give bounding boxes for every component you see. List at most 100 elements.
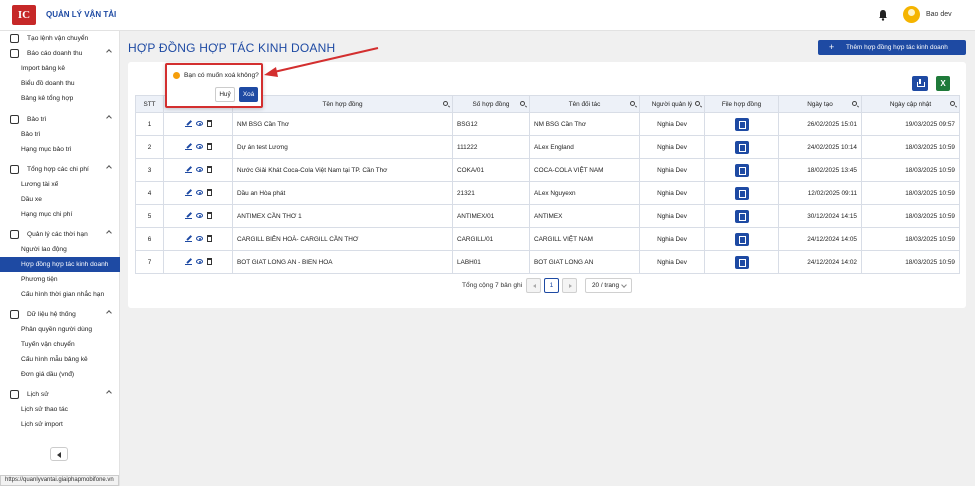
edit-icon[interactable] (184, 143, 192, 151)
cell-updated: 18/03/2025 10:59 (861, 227, 960, 251)
col-updated[interactable]: Ngày cập nhật (861, 95, 960, 113)
eye-icon[interactable] (195, 213, 203, 219)
sidebar-group[interactable]: Tạo lệnh vận chuyển (0, 31, 120, 46)
search-icon[interactable] (695, 101, 700, 106)
cell-created: 24/12/2024 14:02 (778, 250, 862, 274)
trash-icon[interactable] (206, 166, 212, 174)
sidebar-group[interactable]: Dữ liệu hệ thống (0, 307, 120, 322)
search-icon[interactable] (630, 101, 635, 106)
sidebar-group[interactable]: Tổng hợp các chi phí (0, 162, 120, 177)
file-icon[interactable] (734, 232, 749, 246)
prev-page-button[interactable] (526, 278, 541, 293)
trash-icon[interactable] (206, 143, 212, 151)
eye-icon[interactable] (195, 236, 203, 242)
bell-icon[interactable] (878, 9, 888, 21)
sidebar-item[interactable]: Lương tài xế (0, 177, 120, 192)
search-icon[interactable] (852, 101, 857, 106)
sidebar-item[interactable]: Đơn giá dầu (vnđ) (0, 367, 120, 382)
cell-updated: 18/03/2025 10:59 (861, 181, 960, 205)
excel-export-icon[interactable]: X (936, 76, 950, 91)
sidebar-item[interactable]: Phân quyền người dùng (0, 322, 120, 337)
cell-file (704, 112, 779, 136)
confirm-delete-button[interactable]: Xoá (239, 87, 258, 102)
table-row: 1 NM BSG Cần Thơ BSG12 NM BSG Cần Thơ Nghia … (135, 112, 960, 136)
download-icon[interactable] (912, 76, 928, 91)
col-partner[interactable]: Tên đối tác (529, 95, 640, 113)
file-icon[interactable] (734, 140, 749, 154)
col-contract-number-label: Số hợp đồng (472, 100, 510, 108)
cancel-button[interactable]: Huỷ (215, 87, 235, 102)
eye-icon[interactable] (195, 190, 203, 196)
eye-icon[interactable] (195, 259, 203, 265)
sidebar-item[interactable]: Biểu đồ doanh thu (0, 76, 120, 91)
sidebar-item[interactable]: Bảo trì (0, 127, 120, 142)
add-contract-button[interactable]: + Thêm hợp đồng hợp tác kinh doanh (818, 40, 966, 55)
user-name[interactable]: Bao dev (926, 11, 952, 18)
cell-partner: CARGILL VIỆT NAM (529, 227, 640, 251)
sidebar-group[interactable]: Bảo trì (0, 112, 120, 127)
cell-contract-name: Dầu an Hòa phát (232, 181, 453, 205)
edit-icon[interactable] (184, 120, 192, 128)
sidebar-item[interactable]: Dầu xe (0, 192, 120, 207)
file-icon[interactable] (734, 163, 749, 177)
file-icon[interactable] (734, 186, 749, 200)
page-size-select[interactable]: 20 / trang (585, 278, 632, 293)
search-icon[interactable] (520, 101, 525, 106)
sidebar-item[interactable]: Bảng kê tổng hợp (0, 91, 120, 106)
trash-icon[interactable] (206, 189, 212, 197)
col-updated-label: Ngày cập nhật (889, 100, 932, 108)
sidebar: Tạo lệnh vận chuyển Báo cáo doanh thu Impo… (0, 31, 120, 486)
trash-icon[interactable] (206, 235, 212, 243)
sidebar-item-label: Cấu hình mẫu bảng kê (21, 356, 88, 363)
file-icon[interactable] (734, 255, 749, 269)
sidebar-item[interactable]: Lịch sử thao tác (0, 402, 120, 417)
sidebar-item[interactable]: Phương tiện (0, 272, 120, 287)
sidebar-item[interactable]: Cấu hình thời gian nhắc hạn (0, 287, 120, 302)
col-contract-name[interactable]: Tên hợp đồng (232, 95, 453, 113)
eye-icon[interactable] (195, 167, 203, 173)
col-manager[interactable]: Người quản lý (639, 95, 705, 113)
sidebar-item-label: Tổng hợp các chi phí (27, 166, 89, 173)
trash-icon[interactable] (206, 258, 212, 266)
edit-icon[interactable] (184, 258, 192, 266)
cell-stt: 2 (135, 135, 164, 159)
col-contract-name-label: Tên hợp đồng (322, 100, 363, 108)
next-page-button[interactable] (562, 278, 577, 293)
sidebar-item[interactable]: Cấu hình mẫu bảng kê (0, 352, 120, 367)
sidebar-item[interactable]: Người lao động (0, 242, 120, 257)
edit-icon[interactable] (184, 189, 192, 197)
edit-icon[interactable] (184, 166, 192, 174)
sidebar-item[interactable]: Hạng mục bảo trì (0, 142, 120, 157)
cell-updated: 18/03/2025 10:59 (861, 250, 960, 274)
cell-updated: 18/03/2025 10:59 (861, 135, 960, 159)
user-avatar[interactable] (903, 6, 920, 23)
sidebar-item-label: Bảo trì (27, 116, 47, 123)
col-contract-number[interactable]: Số hợp đồng (452, 95, 530, 113)
collapse-sidebar-button[interactable] (50, 447, 68, 461)
file-icon[interactable] (734, 117, 749, 131)
sidebar-item[interactable]: Tuyến vận chuyển (0, 337, 120, 352)
trash-icon[interactable] (206, 120, 212, 128)
file-icon[interactable] (734, 209, 749, 223)
edit-icon[interactable] (184, 212, 192, 220)
sidebar-group[interactable]: Lịch sử (0, 387, 120, 402)
sidebar-item[interactable]: Import bảng kê (0, 61, 120, 76)
sidebar-group[interactable]: Quản lý các thời hạn (0, 227, 120, 242)
current-page-button[interactable]: 1 (544, 278, 559, 293)
trash-icon[interactable] (206, 212, 212, 220)
search-icon[interactable] (443, 101, 448, 106)
eye-icon[interactable] (195, 144, 203, 150)
chevron-up-icon (106, 115, 112, 121)
sidebar-group[interactable]: Báo cáo doanh thu (0, 46, 120, 61)
sidebar-item-label: Lịch sử import (21, 421, 63, 428)
sidebar-item[interactable]: Lịch sử import (0, 417, 120, 432)
sidebar-item[interactable]: Hợp đồng hợp tác kinh doanh (0, 257, 120, 272)
eye-icon[interactable] (195, 121, 203, 127)
app-logo[interactable]: IC (12, 5, 36, 25)
sidebar-item[interactable]: Hạng mục chi phí (0, 207, 120, 222)
col-created[interactable]: Ngày tạo (778, 95, 862, 113)
edit-icon[interactable] (184, 235, 192, 243)
delete-confirm-popover: Bạn có muốn xoá không? Huỷ Xoá (165, 63, 263, 108)
cell-updated: 18/03/2025 10:59 (861, 204, 960, 228)
search-icon[interactable] (950, 101, 955, 106)
